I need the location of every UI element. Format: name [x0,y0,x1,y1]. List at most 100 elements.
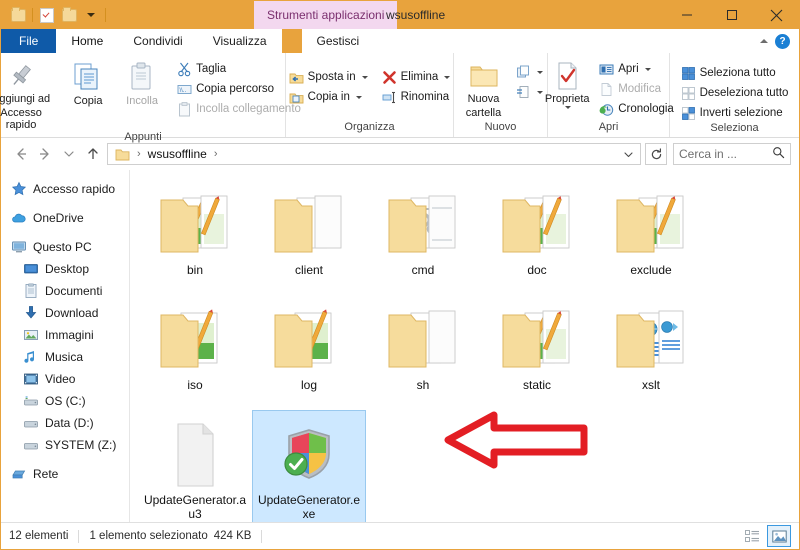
sidebar-item-desktop[interactable]: Desktop [1,258,129,280]
qat-properties-icon[interactable] [36,4,58,26]
file-item-iso[interactable]: iso [138,295,252,410]
ribbon-button-sposta-in[interactable]: Sposta in [286,68,371,86]
address-dropdown-icon[interactable] [619,144,638,164]
ribbon-button-rinomina[interactable]: Rinomina [379,88,454,106]
file-item-xslt[interactable]: xslt [594,295,708,410]
chevron-down-icon[interactable] [565,106,572,109]
ribbon-button-incolla-collegamento[interactable]: Incolla collegamento [174,100,304,118]
qat-folder-icon[interactable] [7,4,29,26]
ribbon-button-proprieta[interactable]: Proprieta [540,59,594,109]
copy-path-icon: \\.. [177,82,192,97]
sidebar-item-rete[interactable]: Rete [1,463,129,485]
sidebar-item-system-z[interactable]: SYSTEM (Z:) [1,434,129,456]
documents-icon [23,283,39,299]
ribbon-button-incolla[interactable]: Incolla [116,59,168,107]
sidebar-item-video[interactable]: Video [1,368,129,390]
scissors-icon [177,62,192,77]
file-item-doc[interactable]: doc [480,180,594,295]
ribbon-button-seleziona-tutto[interactable]: Seleziona tutto [678,64,792,82]
chevron-down-icon[interactable] [361,75,368,79]
ribbon-group-label: Apri [598,121,619,133]
sidebar-item-label: Video [45,372,76,386]
tab-condividi[interactable]: Condividi [118,29,198,53]
sidebar-item-onedrive[interactable]: OneDrive [1,207,129,229]
maximize-button[interactable] [709,1,754,29]
ribbon-button-label: Deseleziona tutto [699,87,789,99]
file-item-updategenerator-exe[interactable]: UpdateGenerator.exe [252,410,366,522]
file-item-static[interactable]: static [480,295,594,410]
qat-chevron-down-icon[interactable] [80,4,102,26]
window-controls [664,1,799,29]
ribbon-button-cronologia[interactable]: Cronologia [596,100,677,118]
tab-home[interactable]: Home [56,29,119,53]
tab-visualizza[interactable]: Visualizza [197,29,282,53]
qat-new-folder-icon[interactable] [58,4,80,26]
ribbon-button-copia[interactable]: Copia [62,59,114,107]
sidebar-item-download[interactable]: Download [1,302,129,324]
sidebar-item-questo-pc[interactable]: Questo PC [1,236,129,258]
breadcrumb-wsusoffline[interactable]: wsusoffline [145,147,210,161]
sidebar-item-data-d[interactable]: Data (D:) [1,412,129,434]
file-item-bin[interactable]: bin [138,180,252,295]
ribbon-button-deseleziona-tutto[interactable]: Deseleziona tutto [678,84,792,102]
file-item-exclude[interactable]: exclude [594,180,708,295]
back-button[interactable] [9,142,33,166]
minimize-button[interactable] [664,1,709,29]
sidebar-item-accesso-rapido[interactable]: Accesso rapido [1,178,129,200]
file-list-view[interactable]: bin client cmd doc exclude iso log sh st… [130,170,799,522]
sidebar-item-label: Data (D:) [45,416,94,430]
sidebar-item-os-c[interactable]: OS (C:) [1,390,129,412]
ribbon-button-copia-percorso[interactable]: \\.. Copia percorso [174,80,304,98]
tab-gestisci[interactable]: Gestisci [301,29,375,53]
ribbon-button-taglia[interactable]: Taglia [174,60,304,78]
tab-file[interactable]: File [1,29,57,53]
chevron-down-icon[interactable] [355,95,362,99]
file-item-log[interactable]: log [252,295,366,410]
collapse-ribbon-icon[interactable] [760,39,768,43]
ribbon-button-label: Proprieta [544,93,590,105]
search-icon[interactable] [772,146,785,162]
copy-to-icon [289,90,304,105]
view-large-icons-button[interactable] [767,525,791,547]
ribbon-button-modifica[interactable]: Modifica [596,80,677,98]
close-button[interactable] [754,1,799,29]
view-details-button[interactable] [741,526,763,546]
file-item-cmd[interactable]: cmd [366,180,480,295]
ribbon-button-apri[interactable]: Apri [596,60,677,78]
breadcrumb-separator-2[interactable]: › [210,148,222,160]
ribbon-button-nuova-cartella[interactable]: Nuova cartella [456,59,512,119]
ribbon-group-label: Nuovo [484,121,517,133]
ribbon-button-aggiungi-accesso-rapido[interactable]: Aggiungi ad Accesso rapido [0,59,60,131]
refresh-button[interactable] [645,143,667,165]
sidebar-item-immagini[interactable]: Immagini [1,324,129,346]
chevron-down-icon[interactable] [444,75,451,79]
paste-icon [131,62,151,90]
ribbon-button-inverti-selezione[interactable]: Inverti selezione [678,104,792,122]
ribbon-button-copia-in[interactable]: Copia in [286,88,371,106]
status-size: 424 KB [213,530,252,542]
file-explorer-window: Strumenti applicazioni wsusoffline File … [0,0,800,550]
desktop-icon [23,261,39,277]
search-input[interactable]: Cerca in ... [673,143,791,165]
ribbon: Aggiungi ad Accesso rapido Copia [0,53,799,143]
breadcrumb-root-icon[interactable] [112,148,133,161]
file-item-client[interactable]: client [252,180,366,295]
up-button[interactable] [81,142,105,166]
ribbon-button-elimina[interactable]: Elimina [379,68,454,86]
drive-icon [23,437,39,453]
help-icon[interactable]: ? [775,33,790,49]
new-folder-icon [470,66,497,87]
sidebar-item-label: Questo PC [33,240,92,254]
address-input[interactable]: › wsusoffline › [107,143,641,165]
ribbon-button-label: Apri [618,63,639,75]
file-item-updategenerator-au3[interactable]: UpdateGenerator.au3 [138,410,252,522]
chevron-down-icon[interactable] [644,67,651,71]
file-item-sh[interactable]: sh [366,295,480,410]
title-bar: Strumenti applicazioni wsusoffline [1,1,799,29]
ribbon-button-label: Copia percorso [196,83,275,95]
sidebar-item-documenti[interactable]: Documenti [1,280,129,302]
forward-button[interactable] [33,142,57,166]
recent-locations-button[interactable] [57,142,81,166]
ribbon-button-label: Elimina [400,71,439,83]
sidebar-item-musica[interactable]: Musica [1,346,129,368]
